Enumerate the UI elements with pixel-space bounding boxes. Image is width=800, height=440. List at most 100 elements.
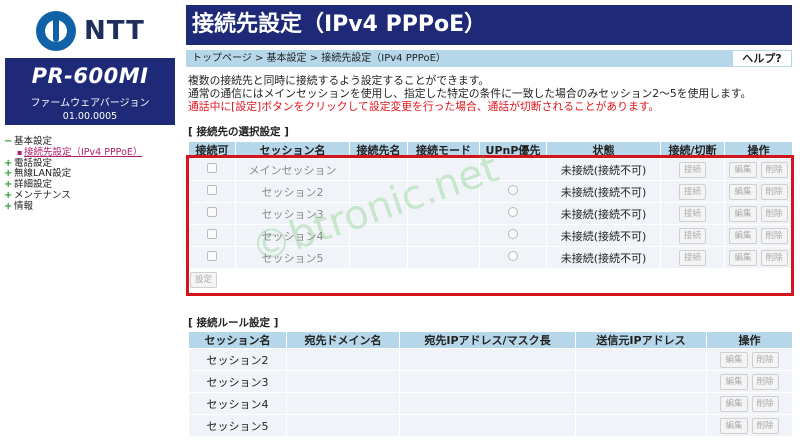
- description-line-2: 通常の通信にはメインセッションを使用し、指定した特定の条件に一致した場合のみセッ…: [188, 87, 752, 100]
- edit-button[interactable]: 編集: [720, 351, 748, 368]
- col-header: UPnP優先: [479, 141, 547, 159]
- enable-checkbox[interactable]: [207, 251, 217, 261]
- enable-cell: [188, 202, 236, 225]
- main-content: 接続先設定（IPv4 PPPoE） トップページ > 基本設定 > 接続先設定（…: [186, 0, 800, 440]
- connect-button[interactable]: 接続: [678, 205, 706, 222]
- model-box: PR-600MI ファームウェアバージョン 01.00.0005: [5, 58, 175, 125]
- connect-button[interactable]: 接続: [678, 249, 706, 266]
- nav-menu: − 基本設定 ▪ 接続先設定（IPv4 PPPoE） + 電話設定 + 無線LA…: [4, 136, 176, 213]
- delete-button[interactable]: 削除: [751, 417, 779, 434]
- col-header: 接続可: [188, 141, 236, 159]
- upnp-cell: [479, 224, 547, 247]
- edit-button[interactable]: 編集: [729, 161, 757, 178]
- bullet-icon: ▪: [17, 147, 23, 157]
- edit-button[interactable]: 編集: [729, 227, 757, 244]
- table-row: セッション5 編集 削除: [188, 414, 793, 437]
- firmware-label: ファームウェアバージョン: [30, 98, 150, 109]
- upnp-radio[interactable]: [508, 251, 518, 261]
- destination-name: [349, 246, 408, 269]
- edit-button[interactable]: 編集: [729, 183, 757, 200]
- col-header: セッション名: [188, 331, 287, 349]
- action-cell: 編集 削除: [724, 246, 793, 269]
- status-text: 未接続(接続不可): [546, 246, 661, 269]
- ip-mask-cell: [399, 370, 576, 393]
- set-button[interactable]: 設定: [190, 272, 218, 288]
- action-cell: 編集 削除: [706, 370, 793, 393]
- session-name: セッション5: [235, 246, 350, 269]
- edit-button[interactable]: 編集: [729, 249, 757, 266]
- connect-mode: [407, 224, 480, 247]
- enable-cell: [188, 224, 236, 247]
- status-text: 未接続(接続不可): [546, 202, 661, 225]
- upnp-cell: [479, 246, 547, 269]
- delete-button[interactable]: 削除: [760, 227, 788, 244]
- col-header: 送信元IPアドレス: [575, 331, 707, 349]
- edit-button[interactable]: 編集: [720, 417, 748, 434]
- table-header-row: 接続可 セッション名 接続先名 接続モード UPnP優先 状態 接続/切断 操作: [188, 141, 793, 159]
- ntt-logo-icon: [36, 11, 76, 51]
- expand-icon: +: [4, 200, 13, 212]
- enable-cell: [188, 246, 236, 269]
- nav-subitem-pppoe[interactable]: ▪ 接続先設定（IPv4 PPPoE）: [4, 146, 176, 159]
- enable-checkbox[interactable]: [207, 185, 217, 195]
- model-name: PR-600MI: [31, 64, 149, 88]
- delete-button[interactable]: 削除: [760, 205, 788, 222]
- enable-checkbox[interactable]: [207, 163, 217, 173]
- delete-button[interactable]: 削除: [751, 351, 779, 368]
- delete-button[interactable]: 削除: [760, 249, 788, 266]
- connect-cell: 接続: [660, 158, 725, 181]
- rules-section-title: [ 接続ルール設定 ]: [188, 317, 279, 329]
- delete-button[interactable]: 削除: [760, 161, 788, 178]
- connect-mode: [407, 246, 480, 269]
- collapse-icon: −: [4, 136, 13, 147]
- session-name: セッション2: [235, 180, 350, 203]
- domain-cell: [286, 348, 400, 371]
- domain-cell: [286, 392, 400, 415]
- edit-button[interactable]: 編集: [720, 373, 748, 390]
- col-header: 操作: [724, 141, 793, 159]
- destination-name: [349, 202, 408, 225]
- session-name: セッション4: [235, 224, 350, 247]
- upnp-radio[interactable]: [508, 185, 518, 195]
- table-row: セッション3 未接続(接続不可) 接続 編集 削除: [188, 202, 793, 225]
- connect-button[interactable]: 接続: [678, 227, 706, 244]
- help-link[interactable]: ヘルプ?: [732, 50, 792, 67]
- col-header: セッション名: [235, 141, 350, 159]
- source-ip-cell: [575, 414, 707, 437]
- table-row: セッション2 編集 削除: [188, 348, 793, 371]
- page-title: 接続先設定（IPv4 PPPoE）: [186, 5, 792, 45]
- delete-button[interactable]: 削除: [751, 373, 779, 390]
- connect-button[interactable]: 接続: [678, 161, 706, 178]
- nav-subitem-label: 接続先設定（IPv4 PPPoE）: [24, 146, 143, 158]
- enable-checkbox[interactable]: [207, 207, 217, 217]
- edit-button[interactable]: 編集: [720, 395, 748, 412]
- col-header: 状態: [546, 141, 661, 159]
- destination-name: [349, 158, 408, 181]
- action-cell: 編集 削除: [724, 158, 793, 181]
- col-header: 接続/切断: [660, 141, 725, 159]
- breadcrumb: トップページ > 基本設定 > 接続先設定（IPv4 PPPoE）: [192, 53, 446, 64]
- upnp-cell: [479, 180, 547, 203]
- selection-table: 接続可 セッション名 接続先名 接続モード UPnP優先 状態 接続/切断 操作…: [188, 141, 793, 269]
- delete-button[interactable]: 削除: [760, 183, 788, 200]
- nav-item-info[interactable]: + 情報: [4, 200, 176, 213]
- action-cell: 編集 削除: [706, 348, 793, 371]
- status-text: 未接続(接続不可): [546, 180, 661, 203]
- upnp-radio[interactable]: [508, 207, 518, 217]
- connect-mode: [407, 158, 480, 181]
- upnp-radio[interactable]: [508, 229, 518, 239]
- domain-cell: [286, 370, 400, 393]
- ntt-logo: NTT: [36, 10, 176, 52]
- enable-checkbox[interactable]: [207, 229, 217, 239]
- col-header: 宛先IPアドレス/マスク長: [399, 331, 576, 349]
- delete-button[interactable]: 削除: [751, 395, 779, 412]
- table-row: セッション4 未接続(接続不可) 接続 編集 削除: [188, 224, 793, 247]
- source-ip-cell: [575, 348, 707, 371]
- ip-mask-cell: [399, 392, 576, 415]
- edit-button[interactable]: 編集: [729, 205, 757, 222]
- session-name: セッション5: [188, 414, 287, 437]
- session-name: セッション4: [188, 392, 287, 415]
- connect-button[interactable]: 接続: [678, 183, 706, 200]
- col-header: 接続先名: [349, 141, 408, 159]
- upnp-cell: [479, 202, 547, 225]
